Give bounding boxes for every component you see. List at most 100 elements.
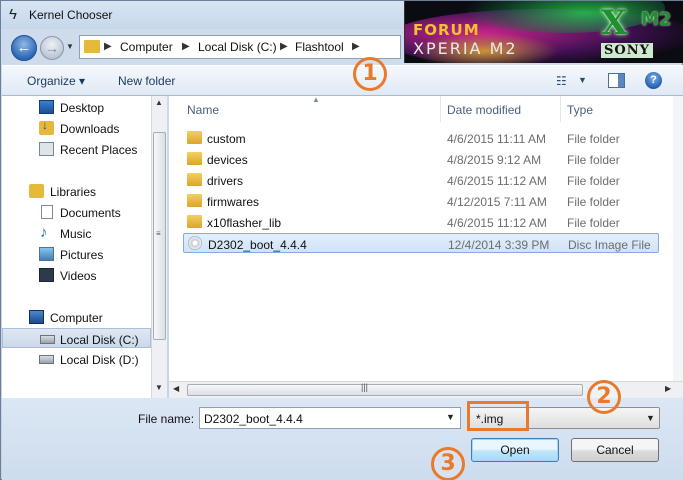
banner-forum-text: FORUM bbox=[413, 21, 480, 39]
scroll-up-icon[interactable]: ▲ bbox=[155, 98, 163, 107]
breadcrumb-computer[interactable]: Computer bbox=[120, 40, 173, 54]
folder-icon bbox=[187, 173, 202, 186]
file-name: custom bbox=[207, 132, 246, 146]
nav-item-label: Local Disk (D:) bbox=[60, 353, 139, 367]
column-header-label: Name bbox=[187, 103, 220, 117]
forward-arrow-icon: → bbox=[45, 40, 59, 56]
file-row-firmwares[interactable]: firmwares 4/12/2015 7:11 AM File folder bbox=[183, 191, 659, 211]
disc-image-icon bbox=[188, 236, 202, 250]
file-name: firmwares bbox=[207, 195, 260, 209]
nav-item-desktop[interactable]: Desktop bbox=[2, 97, 151, 117]
callout-step-3: 3 bbox=[431, 447, 465, 480]
banner-sony-text: SONY bbox=[601, 43, 653, 58]
folder-icon bbox=[187, 194, 202, 207]
breadcrumb-separator-icon[interactable]: ▶ bbox=[280, 38, 288, 56]
disk-icon bbox=[39, 355, 54, 364]
chevron-down-icon[interactable]: ▼ bbox=[646, 413, 655, 423]
file-type: File folder bbox=[567, 132, 620, 146]
breadcrumb-local-disk-c[interactable]: Local Disk (C:) bbox=[198, 40, 277, 54]
chevron-down-icon: ▼ bbox=[66, 42, 74, 51]
file-date: 12/4/2014 3:39 PM bbox=[448, 238, 550, 252]
file-name-value: D2302_boot_4.4.4 bbox=[204, 412, 303, 426]
banner-m2-logo: M2 bbox=[641, 9, 672, 30]
forward-button[interactable]: → bbox=[40, 36, 64, 60]
nav-item-label: Computer bbox=[50, 311, 103, 325]
folder-icon bbox=[187, 215, 202, 228]
nav-item-local-disk-c[interactable]: Local Disk (C:) bbox=[2, 328, 151, 348]
nav-item-local-disk-d[interactable]: Local Disk (D:) bbox=[2, 349, 151, 369]
chevron-down-icon[interactable]: ▼ bbox=[446, 412, 455, 422]
callout-step-1: 1 bbox=[353, 57, 387, 91]
file-list: Name ▲ Date modified Type custom 4/6/201… bbox=[169, 96, 673, 381]
column-header-date-modified[interactable]: Date modified bbox=[441, 96, 561, 122]
file-type: Disc Image File bbox=[568, 238, 651, 252]
file-row-drivers[interactable]: drivers 4/6/2015 11:12 AM File folder bbox=[183, 170, 659, 190]
new-folder-button[interactable]: New folder bbox=[118, 74, 175, 88]
nav-item-label: Local Disk (C:) bbox=[60, 333, 139, 347]
sort-ascending-icon: ▲ bbox=[312, 96, 320, 104]
nav-item-pictures[interactable]: Pictures bbox=[2, 244, 151, 264]
scroll-down-icon[interactable]: ▼ bbox=[155, 383, 163, 392]
file-type: File folder bbox=[567, 216, 620, 230]
breadcrumb-separator-icon[interactable]: ▶ bbox=[104, 38, 112, 56]
grip-icon: ≡ bbox=[156, 229, 161, 238]
file-name: D2302_boot_4.4.4 bbox=[208, 238, 307, 252]
file-row-x10flasher-lib[interactable]: x10flasher_lib 4/6/2015 11:12 AM File fo… bbox=[183, 212, 659, 232]
nav-item-computer[interactable]: Computer bbox=[2, 307, 151, 327]
nav-item-recent-places[interactable]: Recent Places bbox=[2, 139, 151, 159]
file-name: devices bbox=[207, 153, 248, 167]
file-name: drivers bbox=[207, 174, 244, 188]
folder-icon bbox=[187, 152, 202, 165]
nav-item-music[interactable]: ♪ Music bbox=[2, 223, 151, 243]
preview-pane-icon[interactable] bbox=[608, 73, 625, 88]
nav-item-label: Music bbox=[60, 227, 92, 241]
back-button[interactable]: ← bbox=[11, 35, 37, 61]
grip-icon: ||| bbox=[361, 382, 369, 392]
file-name: x10flasher_lib bbox=[207, 216, 282, 230]
file-row-d2302-boot[interactable]: D2302_boot_4.4.4 12/4/2014 3:39 PM Disc … bbox=[183, 233, 659, 253]
disk-icon bbox=[40, 335, 55, 344]
pictures-icon bbox=[39, 247, 54, 261]
change-view-icon[interactable]: ☷ bbox=[556, 74, 572, 88]
organize-button[interactable]: Organize ▾ bbox=[27, 74, 85, 88]
file-type: File folder bbox=[567, 174, 620, 188]
file-row-devices[interactable]: devices 4/8/2015 9:12 AM File folder bbox=[183, 149, 659, 169]
breadcrumb-flashtool[interactable]: Flashtool bbox=[295, 40, 344, 54]
chevron-down-icon[interactable]: ▼ bbox=[578, 75, 587, 85]
nav-item-label: Videos bbox=[60, 269, 97, 283]
scroll-right-icon[interactable]: ▶ bbox=[665, 384, 671, 393]
file-name-label: File name: bbox=[138, 412, 195, 426]
column-header-type[interactable]: Type bbox=[561, 96, 673, 122]
scroll-left-icon[interactable]: ◀ bbox=[173, 384, 179, 393]
folder-icon bbox=[84, 40, 100, 53]
callout-step-2: 2 bbox=[587, 380, 621, 414]
nav-item-videos[interactable]: Videos bbox=[2, 265, 151, 285]
help-icon[interactable]: ? bbox=[645, 72, 662, 89]
documents-icon bbox=[41, 205, 53, 219]
column-header-label: Type bbox=[567, 103, 594, 117]
column-header-name[interactable]: Name ▲ bbox=[177, 96, 441, 122]
banner-x-logo: X bbox=[601, 3, 628, 43]
nav-item-label: Documents bbox=[60, 206, 121, 220]
file-name-input[interactable]: D2302_boot_4.4.4 ▼ bbox=[199, 407, 461, 429]
nav-item-downloads[interactable]: Downloads bbox=[2, 118, 151, 138]
file-row-custom[interactable]: custom 4/6/2015 11:11 AM File folder bbox=[183, 128, 659, 148]
filter-highlight-box bbox=[467, 401, 529, 431]
file-date: 4/12/2015 7:11 AM bbox=[447, 195, 547, 209]
breadcrumb-separator-icon[interactable]: ▶ bbox=[182, 38, 190, 56]
back-arrow-icon: ← bbox=[16, 39, 32, 56]
recent-pages-dropdown[interactable]: ▼ bbox=[66, 41, 76, 53]
file-type: File folder bbox=[567, 195, 620, 209]
open-button[interactable]: Open bbox=[471, 438, 559, 462]
scrollbar-thumb[interactable] bbox=[187, 384, 583, 396]
nav-item-documents[interactable]: Documents bbox=[2, 202, 151, 222]
breadcrumb-separator-icon[interactable]: ▶ bbox=[352, 38, 360, 56]
nav-item-libraries[interactable]: Libraries bbox=[2, 181, 151, 201]
file-list-vertical-scrollbar[interactable] bbox=[673, 96, 683, 381]
navigation-pane-scrollbar[interactable]: ▲ ≡ ▼ bbox=[151, 96, 167, 398]
lightning-icon: ϟ bbox=[9, 6, 17, 23]
computer-icon bbox=[29, 310, 44, 324]
banner-xperia-text: XPERIA M2 bbox=[413, 39, 518, 58]
cancel-button[interactable]: Cancel bbox=[571, 438, 659, 462]
address-bar[interactable]: ▶ Computer ▶ Local Disk (C:) ▶ Flashtool… bbox=[79, 35, 401, 59]
